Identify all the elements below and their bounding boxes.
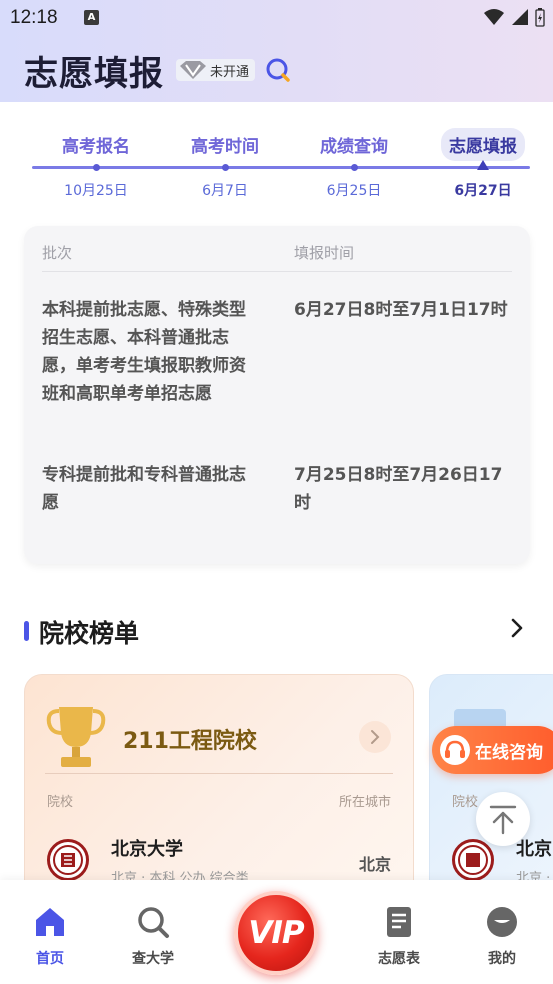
header-time: 填报时间 [294, 244, 355, 262]
back-to-top-button[interactable] [476, 792, 530, 846]
nav-application-form[interactable]: 志愿表 [364, 904, 434, 968]
tab-label: 成绩查询 [320, 137, 388, 157]
trophy-icon [46, 707, 106, 767]
tab-application[interactable]: 志愿填报 [433, 128, 533, 161]
chevron-right-icon [371, 730, 380, 744]
timeline-bar [32, 160, 530, 171]
arrow-up-icon [489, 805, 517, 835]
consult-label: 在线咨询 [475, 743, 543, 763]
col-school: 院校 [47, 795, 74, 810]
header-title-row: 志愿填报 未开通 [24, 48, 291, 94]
ranking-card-next[interactable]: 院校 北京 北京 · [429, 674, 553, 904]
home-icon [36, 908, 64, 936]
row-batch: 专科提前批和专科普通批志愿 [42, 465, 246, 513]
profile-icon [487, 907, 517, 937]
timeline-dot [351, 164, 358, 171]
search-icon[interactable] [265, 57, 291, 83]
nav-label: 我的 [488, 951, 516, 967]
header-batch: 批次 [42, 244, 73, 262]
document-icon [387, 907, 411, 937]
signal-icon [512, 9, 528, 25]
tab-label: 高考时间 [191, 137, 259, 157]
col-city: 所在城市 [338, 795, 391, 810]
magnifier-icon [138, 907, 169, 938]
school-name[interactable]: 北京大学 [111, 835, 183, 861]
timeline-dot [93, 164, 100, 171]
nav-search-university[interactable]: 查大学 [118, 904, 188, 968]
battery-icon [535, 8, 545, 27]
notification-icon: A [84, 10, 99, 25]
schedule-card: 批次 填报时间 本科提前批志愿、特殊类型招生志愿、本科普通批志愿，单考考生填报职… [24, 226, 530, 564]
tab-date: 6月7日 [202, 183, 248, 199]
row-time: 6月27日8时至7月1日17时 [294, 300, 508, 320]
ranking-card-title: 211工程院校 [123, 729, 257, 754]
col-school: 院校 [452, 795, 479, 810]
section-title: 院校榜单 [39, 619, 140, 648]
ranking-section-header[interactable]: 院校榜单 [24, 612, 530, 650]
page-title: 志愿填报 [24, 53, 164, 94]
vip-button-label: VIP [248, 915, 304, 951]
school-city: 北京 [358, 855, 391, 874]
diamond-icon [180, 61, 206, 79]
timeline-dot [222, 164, 229, 171]
nav-label: 志愿表 [378, 951, 420, 967]
vip-button[interactable]: VIP [234, 891, 318, 975]
tab-date: 6月25日 [326, 183, 382, 199]
row-time: 7月25日8时至7月26日17时 [294, 465, 503, 513]
wifi-icon [484, 9, 504, 25]
online-consult-button[interactable]: 在线咨询 [432, 726, 553, 774]
nav-mine[interactable]: 我的 [467, 904, 537, 968]
ranking-card-more-button[interactable] [359, 721, 391, 753]
tab-exam-time[interactable]: 高考时间 [175, 128, 275, 161]
nav-label: 首页 [36, 951, 64, 967]
system-icons [483, 7, 545, 27]
tab-registration[interactable]: 高考报名 [46, 128, 146, 161]
status-bar: 12:18 A [0, 0, 553, 36]
timeline-current-marker [477, 160, 489, 170]
divider [45, 773, 393, 774]
status-time: 12:18 [10, 7, 58, 28]
row-batch: 本科提前批志愿、特殊类型招生志愿、本科普通批志愿，单考考生填报职教师资班和高职单… [42, 300, 246, 404]
ranking-card-211[interactable]: 211工程院校 院校 所在城市 北京大学 北京 · 本科 公办 综合类 北京 [24, 674, 414, 904]
tab-date: 6月27日 [454, 183, 512, 199]
divider [42, 271, 512, 272]
vip-status-badge[interactable]: 未开通 [176, 59, 256, 81]
nav-label: 查大学 [132, 951, 174, 967]
headset-icon [440, 735, 470, 765]
tab-score-query[interactable]: 成绩查询 [304, 128, 404, 161]
tab-label: 高考报名 [62, 137, 130, 157]
tab-date: 10月25日 [64, 183, 128, 199]
tab-label: 志愿填报 [441, 128, 525, 161]
nav-home[interactable]: 首页 [15, 904, 85, 968]
vip-status-label: 未开通 [210, 64, 250, 80]
section-accent-bar [24, 621, 29, 641]
pku-logo [47, 839, 89, 881]
chevron-right-icon[interactable] [506, 617, 528, 639]
